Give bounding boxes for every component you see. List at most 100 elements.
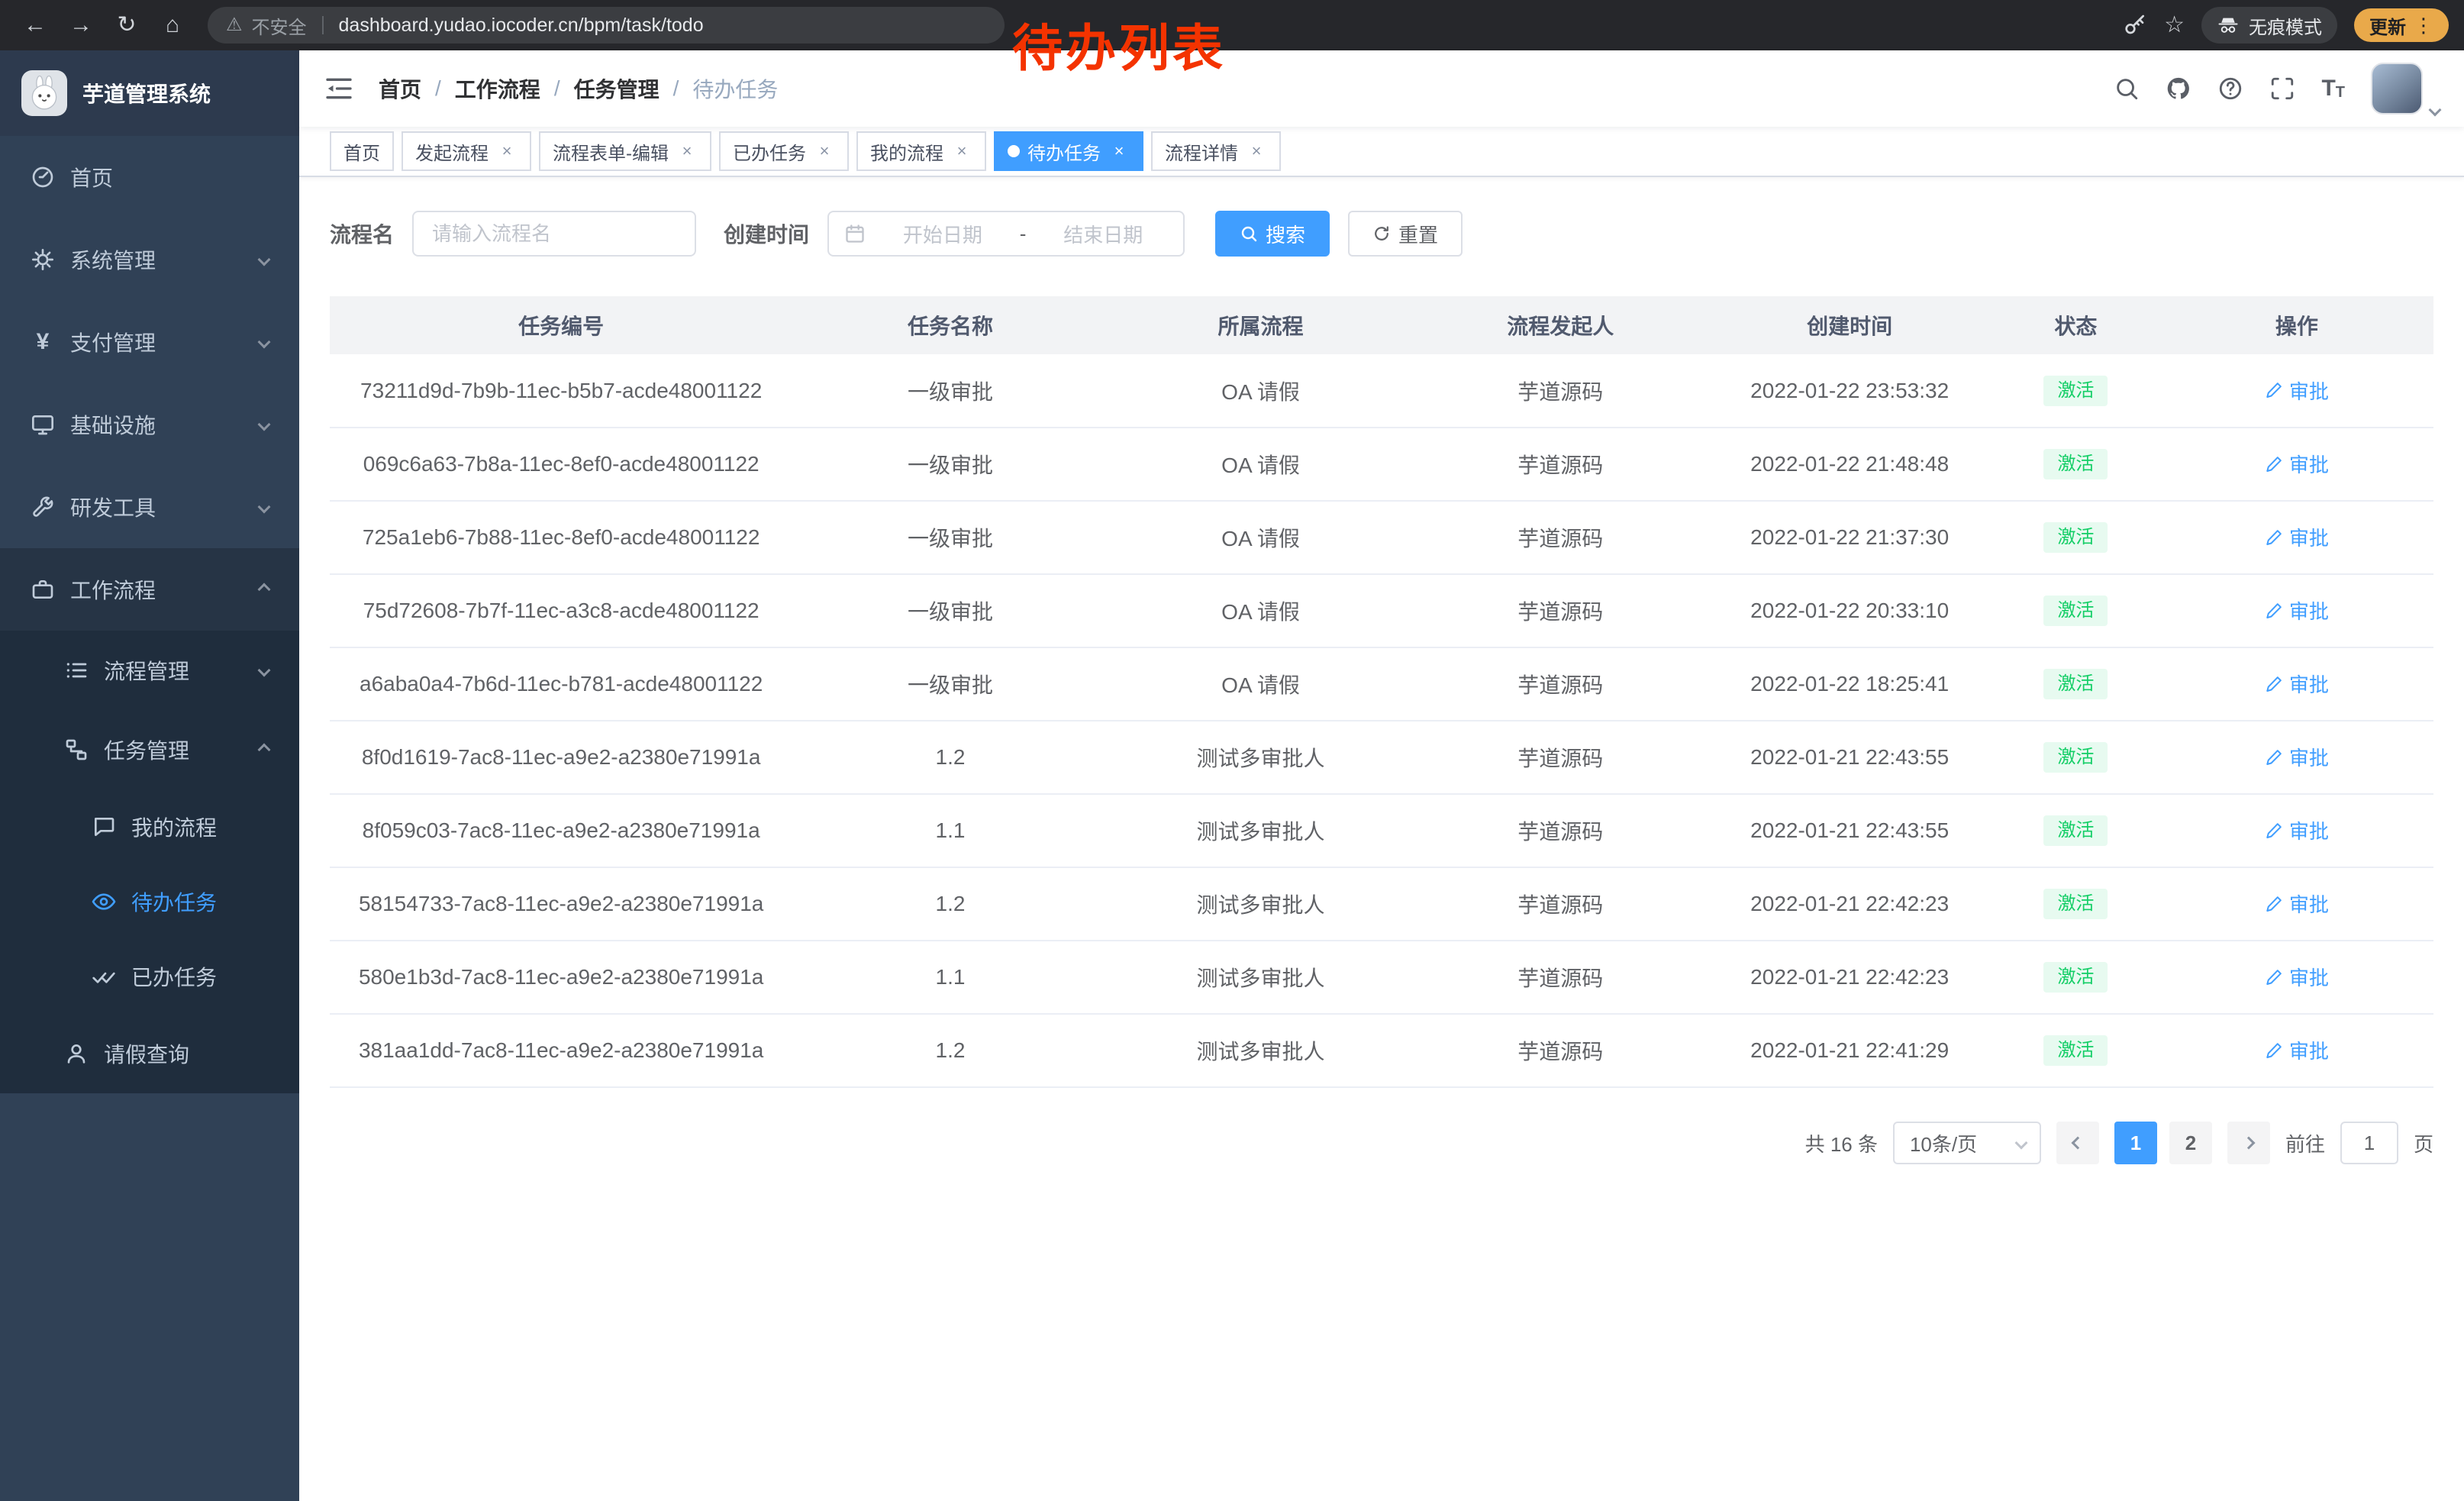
approve-link[interactable]: 审批 xyxy=(2265,889,2329,918)
tag-item[interactable]: 已办任务× xyxy=(719,131,849,171)
sidebar-item-todo-task[interactable]: 待办任务 xyxy=(0,864,299,939)
url-text: dashboard.yudao.iocoder.cn/bpm/task/todo xyxy=(339,15,704,37)
page-button-1[interactable]: 1 xyxy=(2114,1122,2157,1164)
approve-link[interactable]: 审批 xyxy=(2265,596,2329,625)
update-button[interactable]: 更新 ⋮ xyxy=(2354,8,2449,42)
approve-link[interactable]: 审批 xyxy=(2265,670,2329,698)
kebab-menu-icon[interactable]: ⋮ xyxy=(2414,15,2433,35)
tag-close-icon[interactable]: × xyxy=(814,140,835,162)
table-row: 069c6a63-7b8a-11ec-8ef0-acde48001122一级审批… xyxy=(330,428,2433,501)
page-button-2[interactable]: 2 xyxy=(2169,1122,2212,1164)
logo-image xyxy=(21,70,67,116)
breadcrumb-workflow[interactable]: 工作流程 xyxy=(455,73,540,104)
back-button[interactable]: ← xyxy=(15,5,55,45)
tag-close-icon[interactable]: × xyxy=(676,140,698,162)
breadcrumb: 首页 / 工作流程 / 任务管理 / 待办任务 xyxy=(379,73,778,104)
cell-process: 测试多审批人 xyxy=(1108,794,1414,867)
cell-status: 激活 xyxy=(1992,867,2159,941)
app-title: 芋道管理系统 xyxy=(82,78,211,108)
help-icon[interactable] xyxy=(2217,76,2243,102)
tag-close-icon[interactable]: × xyxy=(1108,140,1130,162)
address-bar[interactable]: ⚠ 不安全 dashboard.yudao.iocoder.cn/bpm/tas… xyxy=(208,7,1005,44)
search-button[interactable]: 搜索 xyxy=(1215,211,1330,257)
cell-actions: 审批 xyxy=(2160,721,2433,794)
chevron-down-icon xyxy=(258,664,271,677)
font-size-icon[interactable]: TT xyxy=(2321,76,2345,102)
sidebar-item-workflow[interactable]: 工作流程 xyxy=(0,548,299,631)
app-logo[interactable]: 芋道管理系统 xyxy=(0,50,299,136)
tag-label: 待办任务 xyxy=(1027,138,1101,165)
col-task-name: 任务名称 xyxy=(792,296,1108,354)
approve-label: 审批 xyxy=(2289,816,2329,844)
sidebar-item-devtools[interactable]: 研发工具 xyxy=(0,466,299,548)
forward-button[interactable]: → xyxy=(61,5,101,45)
sidebar-item-done-task[interactable]: 已办任务 xyxy=(0,939,299,1014)
cell-create-time: 2022-01-21 22:41:29 xyxy=(1708,1014,1992,1087)
sidebar-item-process-manage[interactable]: 流程管理 xyxy=(0,631,299,710)
reload-button[interactable]: ↻ xyxy=(107,5,147,45)
page-size-select[interactable]: 10条/页 xyxy=(1893,1122,2041,1164)
dashboard-icon xyxy=(31,165,55,189)
cell-create-time: 2022-01-22 20:33:10 xyxy=(1708,574,1992,647)
key-icon[interactable] xyxy=(2123,13,2147,37)
tag-item[interactable]: 流程表单-编辑× xyxy=(539,131,711,171)
tag-item[interactable]: 我的流程 × xyxy=(856,131,986,171)
fullscreen-icon[interactable] xyxy=(2269,76,2295,102)
start-date-placeholder: 开始日期 xyxy=(878,220,1008,248)
approve-link[interactable]: 审批 xyxy=(2265,450,2329,478)
chevron-down-icon xyxy=(2014,1137,2027,1150)
tag-close-icon[interactable]: × xyxy=(1246,140,1267,162)
approve-link[interactable]: 审批 xyxy=(2265,376,2329,405)
approve-link[interactable]: 审批 xyxy=(2265,523,2329,551)
sidebar-item-home[interactable]: 首页 xyxy=(0,136,299,218)
approve-label: 审批 xyxy=(2289,670,2329,698)
cell-actions: 审批 xyxy=(2160,501,2433,574)
sidebar-item-system[interactable]: 系统管理 xyxy=(0,218,299,301)
cell-starter: 芋道源码 xyxy=(1413,354,1708,428)
home-button[interactable]: ⌂ xyxy=(153,5,192,45)
reset-button-label: 重置 xyxy=(1398,220,1438,248)
chevron-left-icon xyxy=(2071,1137,2084,1150)
gear-icon xyxy=(31,247,55,272)
tag-item[interactable]: 发起流程× xyxy=(402,131,531,171)
approve-link[interactable]: 审批 xyxy=(2265,743,2329,771)
cell-status: 激活 xyxy=(1992,647,2159,721)
github-icon[interactable] xyxy=(2166,76,2191,102)
breadcrumb-task-manage[interactable]: 任务管理 xyxy=(574,73,660,104)
reset-button[interactable]: 重置 xyxy=(1348,211,1463,257)
list-icon xyxy=(64,658,89,683)
user-menu[interactable] xyxy=(2371,63,2440,115)
task-table: 任务编号 任务名称 所属流程 流程发起人 创建时间 状态 操作 73211d9d… xyxy=(330,296,2433,1088)
approve-link[interactable]: 审批 xyxy=(2265,963,2329,991)
tag-close-icon[interactable]: × xyxy=(951,140,972,162)
chat-icon xyxy=(92,815,116,839)
tag-item[interactable]: 流程详情× xyxy=(1151,131,1281,171)
tag-item[interactable]: 首页 xyxy=(330,131,394,171)
next-page-button[interactable] xyxy=(2227,1122,2270,1164)
tag-close-icon[interactable]: × xyxy=(496,140,518,162)
approve-link[interactable]: 审批 xyxy=(2265,816,2329,844)
date-range-picker[interactable]: 开始日期 - 结束日期 xyxy=(827,211,1185,257)
cell-task-id: 580e1b3d-7ac8-11ec-a9e2-a2380e71991a xyxy=(330,941,792,1014)
update-label: 更新 xyxy=(2369,12,2406,39)
process-name-input[interactable] xyxy=(412,211,696,257)
prev-page-button[interactable] xyxy=(2056,1122,2099,1164)
sidebar-item-infra[interactable]: 基础设施 xyxy=(0,383,299,466)
tag-label: 我的流程 xyxy=(870,138,943,165)
approve-label: 审批 xyxy=(2289,963,2329,991)
sidebar-collapse-icon[interactable] xyxy=(324,73,354,104)
cell-actions: 审批 xyxy=(2160,428,2433,501)
sidebar: 芋道管理系统 首页 系统管理 ¥ 支付管理 xyxy=(0,50,299,1501)
bookmark-star-icon[interactable]: ☆ xyxy=(2164,14,2185,37)
avatar[interactable] xyxy=(2371,63,2423,115)
sidebar-item-task-manage[interactable]: 任务管理 xyxy=(0,710,299,789)
sidebar-item-leave-query[interactable]: 请假查询 xyxy=(0,1014,299,1093)
sidebar-item-my-process[interactable]: 我的流程 xyxy=(0,789,299,864)
search-icon[interactable] xyxy=(2114,76,2140,102)
status-badge: 激活 xyxy=(2043,596,2108,626)
approve-link[interactable]: 审批 xyxy=(2265,1036,2329,1064)
tag-item[interactable]: 待办任务 × xyxy=(994,131,1143,171)
breadcrumb-home[interactable]: 首页 xyxy=(379,73,421,104)
sidebar-item-payment[interactable]: ¥ 支付管理 xyxy=(0,301,299,383)
goto-page-input[interactable] xyxy=(2340,1122,2398,1164)
